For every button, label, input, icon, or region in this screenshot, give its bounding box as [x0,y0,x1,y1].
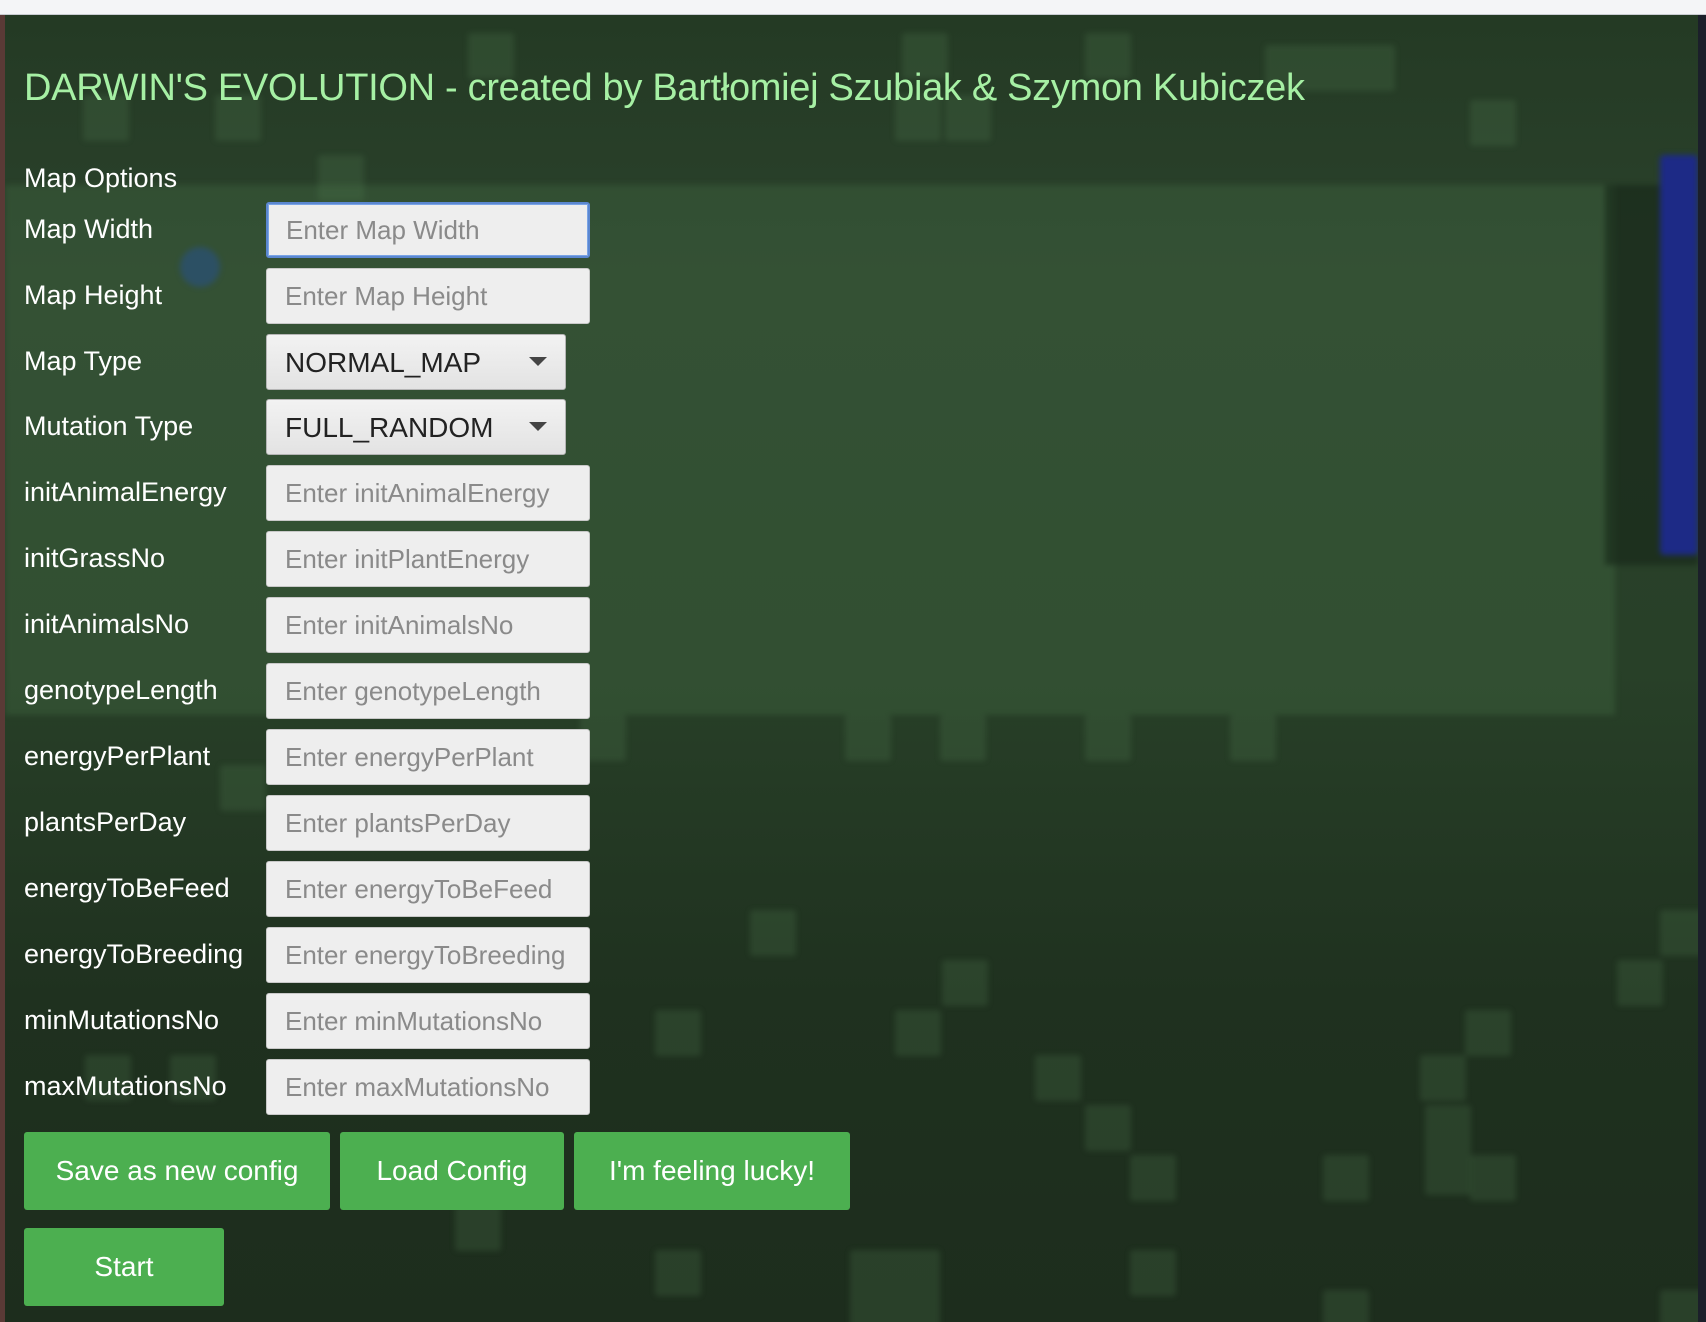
init-grass-no-input[interactable] [266,531,590,587]
max-mutations-no-input[interactable] [266,1059,590,1115]
map-width-input[interactable] [266,202,590,258]
window-top-strip [0,0,1706,15]
energy-per-plant-label: energyPerPlant [24,741,211,771]
init-animal-energy-input[interactable] [266,465,590,521]
app-window: DARWIN'S EVOLUTION - created by Bartłomi… [5,15,1698,1322]
energy-per-plant-input[interactable] [266,729,590,785]
map-width-label: Map Width [24,214,154,244]
plants-per-day-input[interactable] [266,795,590,851]
min-mutations-no-label: minMutationsNo [24,1005,220,1035]
max-mutations-no-row: maxMutationsNo [24,1059,924,1115]
plants-per-day-row: plantsPerDay [24,795,924,851]
map-width-row: Map Width [24,202,924,258]
genotype-length-input[interactable] [266,663,590,719]
mutation-type-value: FULL_RANDOM [285,412,494,443]
genotype-length-row: genotypeLength [24,663,924,719]
map-height-label: Map Height [24,280,163,310]
feeling-lucky-button[interactable]: I'm feeling lucky! [574,1132,850,1210]
init-animal-energy-label: initAnimalEnergy [24,477,227,507]
energy-to-breeding-label: energyToBreeding [24,939,244,969]
map-type-value: NORMAL_MAP [285,347,482,378]
energy-to-be-feed-row: energyToBeFeed [24,861,924,917]
init-animal-energy-row: initAnimalEnergy [24,465,924,521]
genotype-length-label: genotypeLength [24,675,218,705]
energy-to-breeding-row: energyToBreeding [24,927,924,983]
load-config-button[interactable]: Load Config [340,1132,564,1210]
map-type-label: Map Type [24,346,143,376]
min-mutations-no-input[interactable] [266,993,590,1049]
save-config-button[interactable]: Save as new config [24,1132,330,1210]
init-grass-no-row: initGrassNo [24,531,924,587]
mutation-type-label: Mutation Type [24,411,194,441]
plants-per-day-label: plantsPerDay [24,807,187,837]
chevron-down-icon [529,422,547,431]
chevron-down-icon [529,357,547,366]
map-options-heading: Map Options [24,163,178,193]
energy-to-be-feed-input[interactable] [266,861,590,917]
background-water [1660,155,1698,555]
energy-per-plant-row: energyPerPlant [24,729,924,785]
start-button[interactable]: Start [24,1228,224,1306]
app-title: DARWIN'S EVOLUTION - created by Bartłomi… [24,67,1305,109]
init-animals-no-row: initAnimalsNo [24,597,924,653]
mutation-type-select[interactable]: FULL_RANDOM [266,399,566,455]
map-height-input[interactable] [266,268,590,324]
energy-to-be-feed-label: energyToBeFeed [24,873,230,903]
window-right-edge [1698,15,1706,1322]
init-animals-no-input[interactable] [266,597,590,653]
map-type-select[interactable]: NORMAL_MAP [266,334,566,390]
max-mutations-no-label: maxMutationsNo [24,1071,227,1101]
energy-to-breeding-input[interactable] [266,927,590,983]
map-height-row: Map Height [24,268,924,324]
init-grass-no-label: initGrassNo [24,543,166,573]
mutation-type-row: Mutation Type FULL_RANDOM [24,399,924,455]
init-animals-no-label: initAnimalsNo [24,609,190,639]
min-mutations-no-row: minMutationsNo [24,993,924,1049]
map-type-row: Map Type NORMAL_MAP [24,334,924,390]
